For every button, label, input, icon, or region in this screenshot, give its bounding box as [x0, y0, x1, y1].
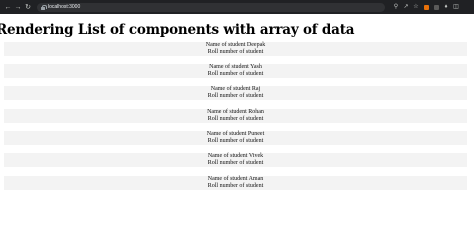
- url-text: localhost:3000: [48, 3, 81, 10]
- student-name: Name of student Puneet: [206, 131, 265, 137]
- split-view-icon[interactable]: ◫: [451, 0, 461, 14]
- student-roll: Roll number of student: [207, 183, 264, 189]
- star-icon[interactable]: ☆: [411, 0, 421, 14]
- student-card: Name of student Raj Roll number of stude…: [4, 86, 467, 100]
- extension-icon[interactable]: [421, 0, 431, 14]
- back-icon[interactable]: ←: [3, 0, 13, 14]
- extension-icon[interactable]: [431, 0, 441, 14]
- student-roll: Roll number of student: [207, 138, 264, 144]
- site-info-icon[interactable]: [41, 4, 47, 10]
- reload-icon[interactable]: ↻: [23, 0, 33, 14]
- student-card: Name of student Rohan Roll number of stu…: [4, 109, 467, 123]
- student-card: Name of student Vivek Roll number of stu…: [4, 153, 467, 167]
- student-name: Name of student Yash: [209, 64, 262, 70]
- student-roll: Roll number of student: [207, 93, 264, 99]
- student-name: Name of student Vivek: [207, 153, 264, 159]
- address-bar[interactable]: localhost:3000: [37, 2, 385, 12]
- student-name: Name of student Raj: [210, 86, 261, 92]
- student-roll: Roll number of student: [207, 49, 264, 55]
- student-card: Name of student Yash Roll number of stud…: [4, 64, 467, 78]
- student-roll: Roll number of student: [207, 116, 264, 122]
- student-card: Name of student Puneet Roll number of st…: [4, 131, 467, 145]
- forward-icon[interactable]: →: [13, 0, 23, 14]
- share-icon[interactable]: ↗: [401, 0, 411, 14]
- page-title: Rendering List of components with array …: [0, 22, 355, 38]
- student-roll: Roll number of student: [207, 160, 264, 166]
- student-name: Name of student Rohan: [207, 109, 264, 115]
- zoom-icon[interactable]: ⚲: [391, 0, 401, 14]
- student-name: Name of student Aman: [207, 176, 264, 182]
- browser-toolbar: ← → ↻ localhost:3000 ⚲ ↗ ☆ ♦ ◫: [0, 0, 474, 14]
- student-card: Name of student Aman Roll number of stud…: [4, 176, 467, 190]
- puzzle-icon[interactable]: ♦: [441, 0, 451, 14]
- student-name: Name of student Deepak: [205, 42, 266, 48]
- student-roll: Roll number of student: [207, 71, 264, 77]
- student-card: Name of student Deepak Roll number of st…: [4, 42, 467, 56]
